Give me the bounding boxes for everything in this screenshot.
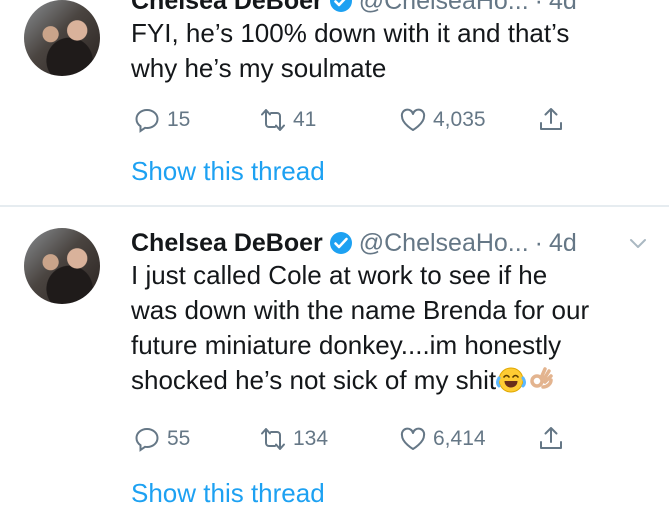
retweet-icon [261,428,285,450]
reply-icon [135,427,159,452]
reply-button[interactable]: 15 [133,106,190,134]
chevron-down-icon[interactable] [627,232,649,254]
retweet-button[interactable]: 41 [259,106,316,134]
tweet-card[interactable]: Chelsea DeBoer @ChelseaHo... · 4d FYI, h… [0,0,669,206]
display-name[interactable]: Chelsea DeBoer [131,229,323,258]
reply-count: 15 [167,108,191,131]
separator-dot: · [534,0,543,15]
avatar[interactable] [24,228,100,304]
share-button[interactable] [537,106,565,134]
tweet-text: FYI, he’s 100% down with it and that’s w… [131,16,645,86]
reply-icon [135,108,159,133]
like-count: 4,035 [433,108,486,131]
like-button[interactable]: 6,414 [399,425,486,453]
tweet-text-line: was down with the name Brenda for our [131,295,590,325]
tweet-text-line: I just called Cole at work to see if he [131,260,548,290]
tweet-actions: 55 134 6,414 [131,425,571,455]
share-icon [540,108,562,130]
show-thread-link[interactable]: Show this thread [131,478,325,509]
timeline: Chelsea DeBoer @ChelseaHo... · 4d FYI, h… [0,0,669,519]
like-button[interactable]: 4,035 [399,106,486,134]
verified-badge-icon [329,0,352,12]
tweet-header: Chelsea DeBoer @ChelseaHo... · 4d [131,226,649,260]
tweet-card[interactable]: Chelsea DeBoer @ChelseaHo... · 4d I just… [0,206,669,519]
separator-dot: · [534,228,543,257]
handle[interactable]: @ChelseaHo... [359,0,529,16]
heart-icon [400,108,426,131]
ok-hand-sign-icon [530,367,553,389]
heart-icon [400,427,426,450]
tweet-actions: 15 41 4,035 [131,106,571,136]
tweet-text-line-with-emoji: shocked he’s not sick of my shit [131,363,645,398]
reply-count: 55 [167,427,191,450]
retweet-icon [261,109,285,131]
handle[interactable]: @ChelseaHo... [359,229,529,258]
tweet-text-line: shocked he’s not sick of my shit [131,365,497,395]
display-name[interactable]: Chelsea DeBoer [131,0,323,16]
tweet-text: I just called Cole at work to see if he … [131,258,645,398]
show-thread-link[interactable]: Show this thread [131,156,325,187]
tweet-text-line: FYI, he’s 100% down with it and that’s [131,18,570,48]
face-with-tears-of-joy-icon [496,367,527,393]
tweet-text-line: future miniature donkey....im honestly [131,330,562,360]
retweet-count: 134 [293,427,329,450]
timestamp[interactable]: 4d [549,0,577,16]
retweet-count: 41 [293,108,317,131]
tweet-text-line: why he’s my soulmate [131,53,387,83]
share-icon [540,427,562,449]
like-count: 6,414 [433,427,486,450]
timestamp[interactable]: 4d [549,229,577,258]
verified-badge-icon [329,232,352,254]
reply-button[interactable]: 55 [133,425,190,453]
avatar[interactable] [24,0,100,76]
share-button[interactable] [537,425,565,453]
retweet-button[interactable]: 134 [259,425,328,453]
